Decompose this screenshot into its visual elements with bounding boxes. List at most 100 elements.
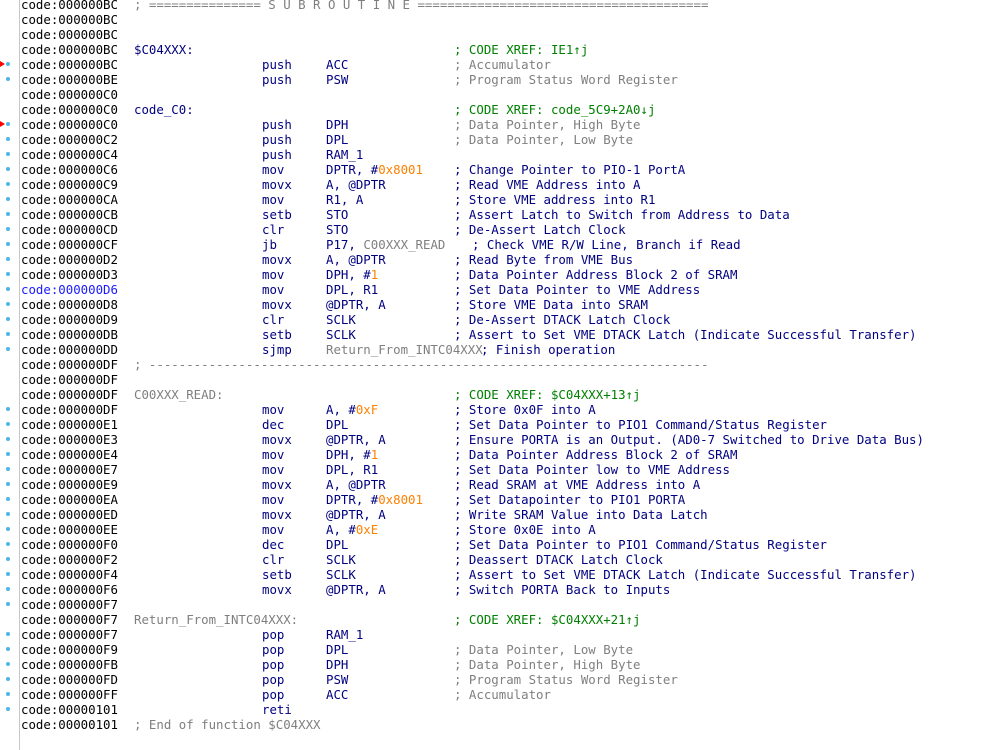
listing-line[interactable]: code:000000F2 clr SCLK ; Deassert DTACK Lat… <box>21 552 991 567</box>
address[interactable]: code:000000BC <box>21 12 118 27</box>
instruction-operand[interactable]: DPL <box>326 537 348 552</box>
listing-line[interactable]: code:000000F9 pop DPL ; Data Pointer, Low B… <box>21 642 991 657</box>
instruction-mnemonic[interactable]: mov <box>262 447 284 462</box>
instruction-operand[interactable]: DPL, R1 <box>326 282 378 297</box>
listing-line[interactable]: code:000000DF mov A, #0xF ; Store 0x0F into… <box>21 402 991 417</box>
address[interactable]: code:000000BC <box>21 27 118 42</box>
address[interactable]: code:000000F7 <box>21 627 118 642</box>
instruction-operand[interactable]: A, #0xE <box>326 522 378 537</box>
instruction-operand[interactable]: DPTR, #0x8001 <box>326 162 423 177</box>
listing-line[interactable]: code:000000CA mov R1, A ; Store VME address… <box>21 192 991 207</box>
address[interactable]: code:000000C0 <box>21 87 118 102</box>
instruction-operand[interactable]: A, @DPTR <box>326 477 386 492</box>
instruction-mnemonic[interactable]: pop <box>262 642 284 657</box>
instruction-operand[interactable]: DPL <box>326 132 348 147</box>
listing-line[interactable]: code:000000E1 dec DPL ; Set Data Pointer to… <box>21 417 991 432</box>
listing-line[interactable]: code:000000F6 movx @DPTR, A ; Switch PORTA … <box>21 582 991 597</box>
address[interactable]: code:000000F2 <box>21 552 118 567</box>
instruction-operand[interactable]: STO <box>326 207 348 222</box>
address[interactable]: code:000000E3 <box>21 432 118 447</box>
listing-line[interactable]: code:000000C9 movx A, @DPTR ; Read VME Addr… <box>21 177 991 192</box>
instruction-operand[interactable]: DPL <box>326 417 348 432</box>
instruction-mnemonic[interactable]: mov <box>262 282 284 297</box>
address[interactable]: code:000000FF <box>21 687 118 702</box>
instruction-mnemonic[interactable]: push <box>262 132 292 147</box>
instruction-operand[interactable]: @DPTR, A <box>326 432 386 447</box>
listing-line[interactable]: code:000000D3 mov DPH, #1 ; Data Pointer Ad… <box>21 267 991 282</box>
instruction-mnemonic[interactable]: setb <box>262 567 292 582</box>
instruction-operand[interactable]: ACC <box>326 687 348 702</box>
instruction-operand[interactable]: DPH, #1 <box>326 447 378 462</box>
instruction-mnemonic[interactable]: pop <box>262 672 284 687</box>
address[interactable]: code:000000F6 <box>21 582 118 597</box>
disassembly-view[interactable]: code:000000BC ; =============== S U B R O… <box>0 0 994 750</box>
address[interactable]: code:000000CB <box>21 207 118 222</box>
address[interactable]: code:000000C2 <box>21 132 118 147</box>
address[interactable]: code:000000CD <box>21 222 118 237</box>
listing-line[interactable]: code:000000F7 <box>21 597 991 612</box>
address[interactable]: code:000000DF <box>21 387 118 402</box>
address[interactable]: code:000000BC <box>21 0 118 12</box>
address[interactable]: code:000000FB <box>21 657 118 672</box>
instruction-mnemonic[interactable]: mov <box>262 192 284 207</box>
instruction-mnemonic[interactable]: mov <box>262 162 284 177</box>
instruction-operand[interactable]: SCLK <box>326 552 356 567</box>
address[interactable]: code:000000C6 <box>21 162 118 177</box>
address[interactable]: code:000000D6 <box>21 282 118 297</box>
listing-line[interactable]: code:000000C0 <box>21 87 991 102</box>
instruction-operand[interactable]: R1, A <box>326 192 363 207</box>
instruction-operand[interactable]: DPL, R1 <box>326 462 378 477</box>
instruction-operand[interactable]: DPTR, #0x8001 <box>326 492 423 507</box>
instruction-operand[interactable]: SCLK <box>326 567 356 582</box>
instruction-mnemonic[interactable]: mov <box>262 492 284 507</box>
instruction-mnemonic[interactable]: setb <box>262 327 292 342</box>
instruction-mnemonic[interactable]: movx <box>262 297 292 312</box>
listing-line[interactable]: code:000000D9 clr SCLK ; De-Assert DTACK La… <box>21 312 991 327</box>
address[interactable]: code:000000C9 <box>21 177 118 192</box>
listing-line[interactable]: code:000000DD sjmp Return_From_INTC04XXX; … <box>21 342 991 357</box>
address[interactable]: code:000000EA <box>21 492 118 507</box>
listing-line[interactable]: code:000000F7 Return_From_INTC04XXX: ; COD… <box>21 612 991 627</box>
instruction-operand[interactable]: @DPTR, A <box>326 582 386 597</box>
xref-comment[interactable]: ; CODE XREF: $C04XXX+21↑j <box>454 612 641 627</box>
instruction-mnemonic[interactable]: movx <box>262 582 292 597</box>
address[interactable]: code:000000FD <box>21 672 118 687</box>
instruction-operand[interactable]: DPH <box>326 117 348 132</box>
instruction-operand[interactable]: RAM_1 <box>326 147 363 162</box>
instruction-operand[interactable]: Return_From_INTC04XXX <box>326 342 483 357</box>
address[interactable]: code:000000D3 <box>21 267 118 282</box>
instruction-mnemonic[interactable]: movx <box>262 477 292 492</box>
listing-line[interactable]: code:000000FB pop DPH ; Data Pointer, High … <box>21 657 991 672</box>
instruction-mnemonic[interactable]: movx <box>262 252 292 267</box>
xref-comment[interactable]: ; CODE XREF: $C04XXX+13↑j <box>454 387 641 402</box>
instruction-mnemonic[interactable]: push <box>262 57 292 72</box>
instruction-operand[interactable]: ACC <box>326 57 348 72</box>
listing-line[interactable]: code:000000EE mov A, #0xE ; Store 0x0E into… <box>21 522 991 537</box>
instruction-mnemonic[interactable]: movx <box>262 177 292 192</box>
listing-line[interactable]: code:000000C2 push DPL ; Data Pointer, Low … <box>21 132 991 147</box>
listing-line[interactable]: code:000000C4 push RAM_1 <box>21 147 991 162</box>
instruction-mnemonic[interactable]: clr <box>262 552 284 567</box>
listing-line[interactable]: code:000000BE push PSW ; Program Status Wor… <box>21 72 991 87</box>
listing-line[interactable]: code:000000E4 mov DPH, #1 ; Data Pointer Ad… <box>21 447 991 462</box>
listing-line[interactable]: code:000000DF <box>21 372 991 387</box>
listing-line[interactable]: code:000000F4 setb SCLK ; Assert to Set VME… <box>21 567 991 582</box>
instruction-operand[interactable]: A, @DPTR <box>326 252 386 267</box>
address[interactable]: code:00000101 <box>21 717 118 732</box>
address[interactable]: code:000000BC <box>21 42 118 57</box>
address[interactable]: code:000000D9 <box>21 312 118 327</box>
address[interactable]: code:000000F7 <box>21 597 118 612</box>
listing-line[interactable]: code:000000ED movx @DPTR, A ; Write SRAM Va… <box>21 507 991 522</box>
instruction-operand[interactable]: @DPTR, A <box>326 507 386 522</box>
address[interactable]: code:00000101 <box>21 702 118 717</box>
instruction-mnemonic[interactable]: mov <box>262 267 284 282</box>
instruction-mnemonic[interactable]: dec <box>262 537 284 552</box>
listing-line[interactable]: code:000000E3 movx @DPTR, A ; Ensure PORTA … <box>21 432 991 447</box>
instruction-mnemonic[interactable]: push <box>262 117 292 132</box>
listing-line[interactable]: code:000000C6 mov DPTR, #0x8001 ; Change Po… <box>21 162 991 177</box>
instruction-operand[interactable]: PSW <box>326 72 348 87</box>
address[interactable]: code:000000E1 <box>21 417 118 432</box>
instruction-mnemonic[interactable]: clr <box>262 222 284 237</box>
address[interactable]: code:000000D2 <box>21 252 118 267</box>
address[interactable]: code:000000E4 <box>21 447 118 462</box>
